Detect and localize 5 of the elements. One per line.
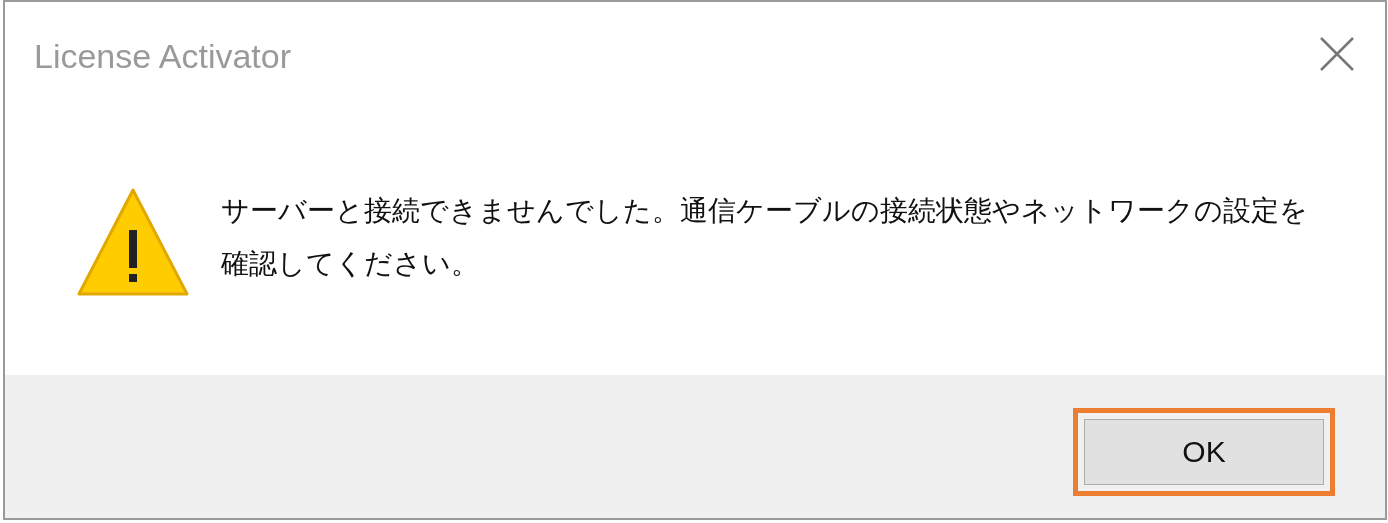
window-title: License Activator [34, 36, 292, 76]
warning-icon [77, 186, 189, 298]
error-message: サーバーと接続できませんでした。通信ケーブルの接続状態やネットワークの設定を確認してください。 [221, 193, 1309, 282]
close-icon[interactable] [1319, 36, 1355, 72]
ok-button[interactable]: OK [1084, 419, 1324, 485]
